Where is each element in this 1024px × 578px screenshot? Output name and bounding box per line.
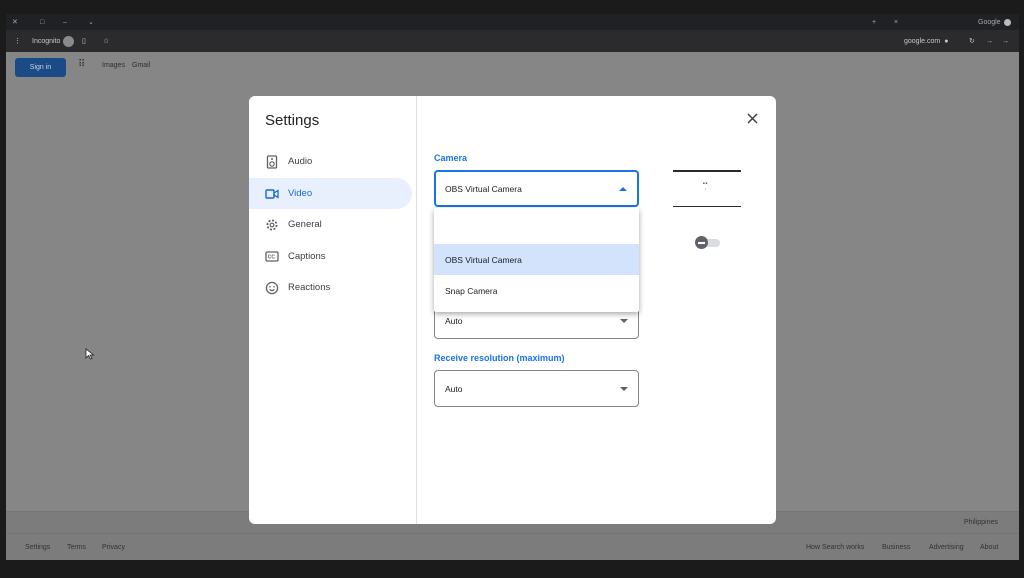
minimize-window-icon[interactable]: – bbox=[63, 14, 67, 30]
camera-option-blank[interactable] bbox=[434, 212, 639, 243]
footer-about-link[interactable]: About bbox=[980, 544, 998, 551]
speaker-icon bbox=[265, 154, 279, 169]
nav-item-audio[interactable]: Audio bbox=[249, 146, 412, 177]
videocam-icon bbox=[265, 187, 279, 201]
receive-resolution-label: Receive resolution (maximum) bbox=[434, 353, 565, 363]
maximize-window-icon[interactable]: □ bbox=[40, 14, 44, 30]
camera-preview: ■ ■ ▪ bbox=[673, 170, 741, 207]
camera-select-value: OBS Virtual Camera bbox=[445, 183, 522, 194]
url-text: google.com bbox=[904, 37, 941, 45]
footer-terms-link[interactable]: Terms bbox=[67, 544, 86, 551]
browser-toolbar: ⋮ Incognito ▯ ☆ google.com ● ↻ → → bbox=[6, 30, 1019, 52]
site-info-icon: ● bbox=[944, 37, 949, 45]
preview-content-icon: ■ ■ bbox=[703, 181, 708, 185]
nav-item-video[interactable]: Video bbox=[249, 178, 412, 209]
close-icon bbox=[746, 112, 758, 124]
tab-search-icon[interactable]: ⌄ bbox=[88, 14, 94, 30]
nav-item-label: General bbox=[288, 219, 322, 230]
url-bar[interactable]: google.com ● bbox=[904, 30, 948, 52]
svg-text:CC: CC bbox=[268, 255, 276, 261]
camera-dropdown-menu: OBS Virtual Camera Snap Camera bbox=[434, 208, 639, 312]
apps-grid-icon[interactable]: ⠿ bbox=[78, 59, 85, 70]
nav-item-label: Captions bbox=[288, 251, 326, 262]
receive-resolution-select[interactable]: Auto bbox=[434, 370, 639, 407]
camera-option-snap-camera[interactable]: Snap Camera bbox=[434, 275, 639, 306]
incognito-icon bbox=[63, 35, 75, 47]
footer-privacy-link[interactable]: Privacy bbox=[102, 544, 125, 551]
google-favicon-icon bbox=[1003, 18, 1011, 26]
mouse-pointer-icon bbox=[85, 347, 95, 365]
nav-item-reactions[interactable]: Reactions bbox=[249, 272, 412, 303]
receive-resolution-value: Auto bbox=[445, 383, 463, 394]
preview-toggle[interactable] bbox=[695, 236, 708, 249]
gmail-link[interactable]: Gmail bbox=[132, 62, 150, 69]
footer-links-bar: Settings Terms Privacy How Search works … bbox=[6, 533, 1019, 560]
gear-icon bbox=[265, 218, 279, 232]
caret-down-icon bbox=[620, 318, 628, 323]
footer-country: Philippines bbox=[964, 519, 998, 526]
sign-in-button[interactable]: Sign in bbox=[15, 58, 66, 77]
nav-item-label: Audio bbox=[288, 156, 313, 167]
bookmark-star-icon[interactable]: ☆ bbox=[103, 30, 109, 52]
tab-close-icon[interactable]: × bbox=[894, 14, 898, 30]
images-link[interactable]: Images bbox=[102, 62, 125, 69]
nav-item-label: Reactions bbox=[288, 282, 331, 293]
nav-item-general[interactable]: General bbox=[249, 209, 412, 240]
settings-sidebar: Settings Audio Video General CC Captions… bbox=[249, 96, 417, 524]
tab-title: Google bbox=[978, 18, 1001, 26]
footer-business-link[interactable]: Business bbox=[882, 544, 910, 551]
page-header: Sign in ⠿ Images Gmail bbox=[6, 52, 1019, 82]
close-window-icon[interactable]: ✕ bbox=[12, 14, 18, 30]
incognito-label: Incognito bbox=[32, 37, 61, 45]
caret-up-icon bbox=[619, 186, 627, 191]
incognito-badge[interactable]: Incognito bbox=[32, 30, 75, 52]
send-resolution-value: Auto bbox=[445, 315, 463, 326]
menu-icon[interactable]: ⋮ bbox=[14, 30, 21, 52]
nav-item-label: Video bbox=[288, 188, 313, 199]
close-dialog-button[interactable] bbox=[743, 109, 761, 127]
new-tab-icon[interactable]: + bbox=[872, 14, 876, 30]
footer-how-search-works-link[interactable]: How Search works bbox=[806, 544, 864, 551]
back-icon[interactable]: → bbox=[1002, 30, 1009, 52]
closed-captions-icon: CC bbox=[265, 250, 279, 264]
camera-label: Camera bbox=[434, 153, 468, 163]
minus-icon bbox=[698, 241, 705, 244]
tab-google[interactable]: Google bbox=[978, 14, 1011, 30]
camera-select[interactable]: OBS Virtual Camera bbox=[434, 170, 639, 207]
caret-down-icon bbox=[620, 386, 628, 391]
forward-icon[interactable]: → bbox=[986, 30, 993, 52]
nav-item-captions[interactable]: CC Captions bbox=[249, 241, 412, 272]
screen: ✕ □ – ⌄ + × Google ⋮ Incognito ▯ ☆ googl… bbox=[0, 0, 1024, 578]
camera-option-obs-virtual-camera[interactable]: OBS Virtual Camera bbox=[434, 244, 639, 275]
preview-content-icon: ▪ bbox=[705, 187, 707, 191]
side-panel-icon[interactable]: ▯ bbox=[82, 30, 86, 52]
settings-title: Settings bbox=[265, 112, 320, 129]
bottom-letterbox bbox=[0, 560, 1024, 578]
footer-settings-link[interactable]: Settings bbox=[25, 544, 50, 551]
settings-dialog: Settings Audio Video General CC Captions… bbox=[249, 96, 776, 524]
browser-tab-bar: ✕ □ – ⌄ + × Google bbox=[6, 14, 1019, 30]
footer-advertising-link[interactable]: Advertising bbox=[929, 544, 964, 551]
smiley-icon bbox=[265, 281, 279, 295]
reload-icon[interactable]: ↻ bbox=[969, 30, 975, 52]
